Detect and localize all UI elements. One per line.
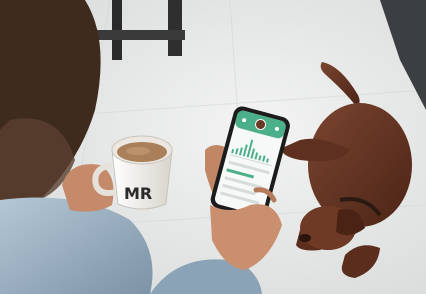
photo-scene: MR xyxy=(0,0,426,294)
mug-monogram: MR xyxy=(124,184,152,203)
